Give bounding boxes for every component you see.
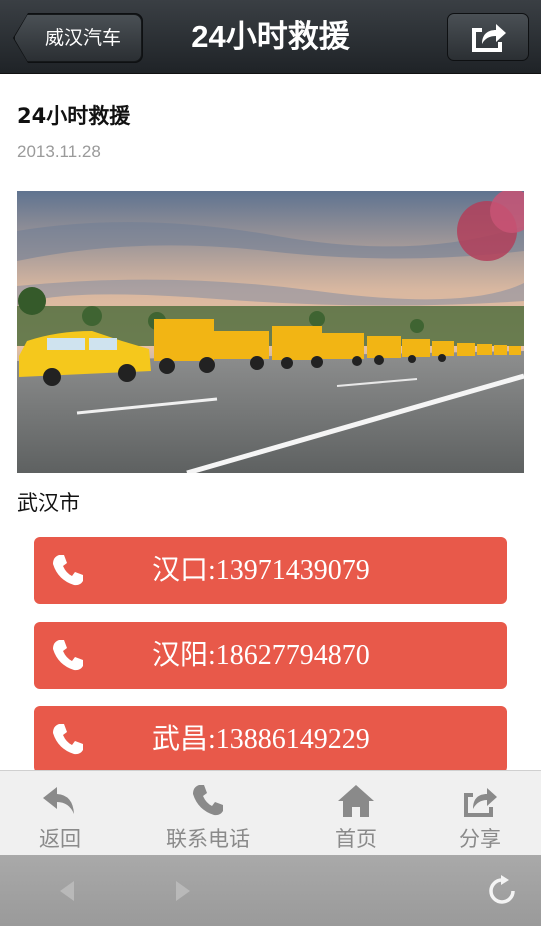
- call-button-hankou[interactable]: 汉口:13971439079: [34, 537, 507, 604]
- page-title: 24小时救援: [191, 19, 350, 54]
- call-button-label: 汉阳:18627794870: [152, 640, 370, 671]
- share-icon: [464, 788, 497, 817]
- browser-forward-icon[interactable]: [166, 875, 198, 907]
- phone-icon: [53, 724, 83, 755]
- refresh-icon[interactable]: [486, 875, 518, 907]
- call-button-wuchang[interactable]: 武昌:13886149229: [34, 706, 507, 773]
- call-button-label: 武昌:13886149229: [152, 724, 370, 755]
- back-button[interactable]: 威汉汽车: [14, 14, 142, 62]
- back-arrow-icon: [43, 787, 74, 814]
- phone-icon: [53, 640, 83, 671]
- article-date: 2013.11.28: [17, 142, 101, 161]
- call-button-label: 汉口:13971439079: [152, 555, 370, 586]
- city-label: 武汉市: [17, 491, 80, 515]
- share-icon: [472, 24, 506, 52]
- tab-label: 分享: [459, 827, 501, 851]
- article-header: 24小时救援 2013.11.28: [17, 100, 524, 162]
- tab-back[interactable]: 返回: [0, 771, 120, 856]
- phone-icon: [53, 555, 83, 586]
- bottom-tabbar: 返回 联系电话 首页 分享: [0, 770, 541, 855]
- browser-back-icon[interactable]: [52, 875, 84, 907]
- tab-label: 返回: [39, 827, 81, 851]
- tab-label: 首页: [335, 827, 377, 851]
- tab-home[interactable]: 首页: [296, 771, 416, 856]
- tab-share[interactable]: 分享: [420, 771, 540, 856]
- call-button-hanyang[interactable]: 汉阳:18627794870: [34, 622, 507, 689]
- share-button[interactable]: [447, 13, 529, 61]
- tab-label: 联系电话: [166, 827, 250, 851]
- phone-icon: [193, 785, 223, 816]
- tab-contact-phone[interactable]: 联系电话: [148, 771, 268, 856]
- home-icon: [338, 785, 374, 817]
- navbar: 威汉汽车 24小时救援: [0, 0, 541, 74]
- rescue-vehicles-photo: [17, 191, 524, 473]
- browser-toolbar: [0, 855, 541, 926]
- article-title: 24小时救援: [17, 104, 131, 128]
